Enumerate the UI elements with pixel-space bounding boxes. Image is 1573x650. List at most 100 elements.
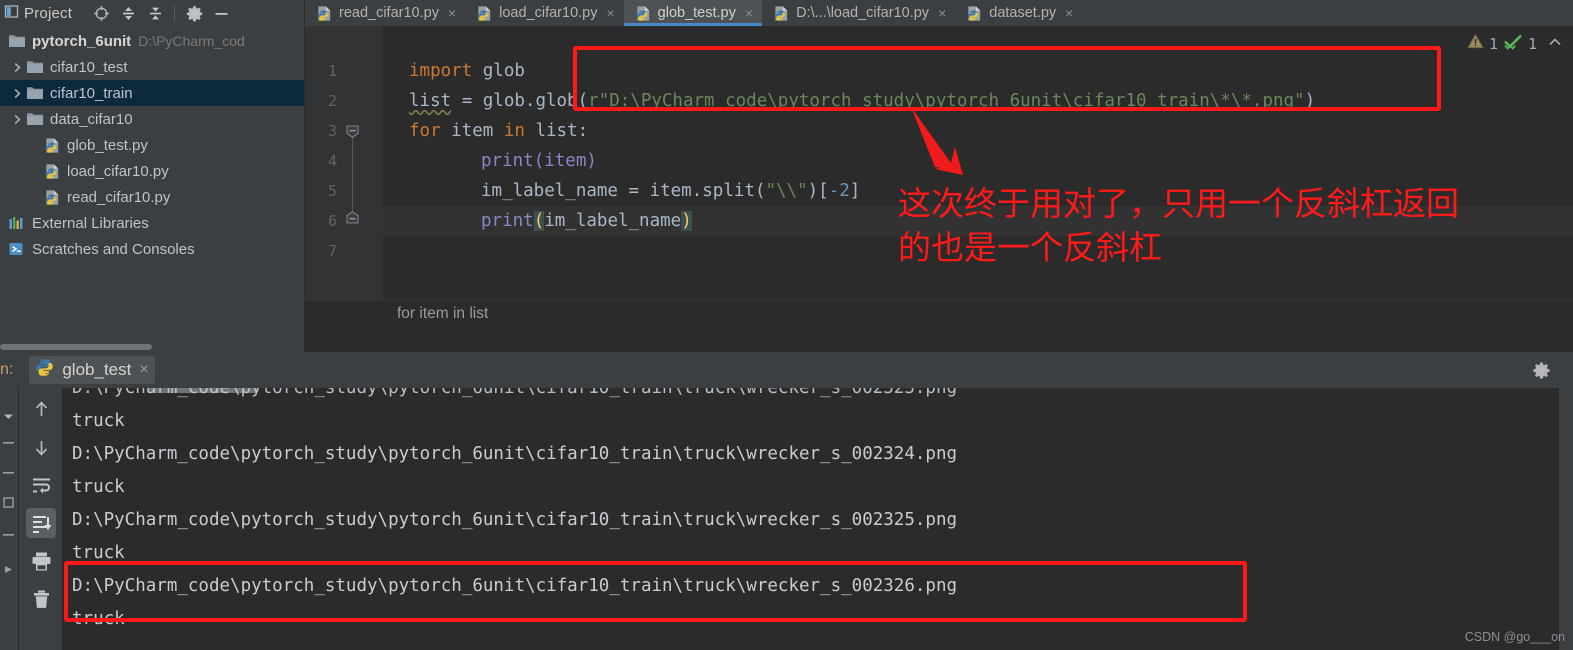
gear-icon[interactable] xyxy=(1532,361,1551,385)
folder-icon xyxy=(8,33,26,49)
index-open: )[ xyxy=(807,181,829,201)
fold-collapse-icon[interactable] xyxy=(346,125,359,138)
tree-item-read-cifar10-py[interactable]: read_cifar10.py xyxy=(0,184,304,210)
scroll-to-end-icon[interactable] xyxy=(26,508,56,538)
python-file-icon xyxy=(44,189,61,206)
folder-icon xyxy=(26,59,44,75)
editor-tab-load_cifar10-py[interactable]: load_cifar10.py × xyxy=(465,0,624,26)
page-title: Project xyxy=(24,4,73,22)
step-icon[interactable] xyxy=(2,563,15,581)
keyword-import: import xyxy=(409,61,473,81)
chevron-right-icon[interactable] xyxy=(8,88,26,99)
run-controls-strip xyxy=(0,388,19,650)
python-file-icon xyxy=(44,137,61,154)
chevron-up-icon[interactable] xyxy=(1547,34,1563,54)
print-icon[interactable] xyxy=(26,546,56,576)
fold-region-line xyxy=(352,126,353,212)
warning-count: 1 xyxy=(1488,34,1498,53)
warning-triangle-icon[interactable] xyxy=(1467,33,1484,54)
line-number: 5 xyxy=(327,182,337,200)
tree-item-label: cifar10_test xyxy=(50,58,128,76)
tree-item-pytorch-6unit[interactable]: pytorch_6unit D:\PyCharm_cod xyxy=(0,28,304,54)
pause-icon[interactable] xyxy=(2,528,15,546)
minimize-icon[interactable] xyxy=(208,2,234,24)
scroll-up-icon[interactable] xyxy=(26,394,56,424)
tree-item-cifar10-test[interactable]: cifar10_test xyxy=(0,54,304,80)
library-icon xyxy=(8,215,26,231)
console-line: D:\PyCharm_code\pytorch_study\pytorch_6u… xyxy=(72,576,958,596)
pycharm-window: Project pytorch_6unit D:\PyCharm_cod cif… xyxy=(0,0,1573,650)
expand-all-icon[interactable] xyxy=(115,2,141,24)
console-output[interactable]: D:\PyCharm_code\pytorch_study\pytorch_6u… xyxy=(62,388,1559,650)
tree-item-label: cifar10_train xyxy=(50,84,133,102)
close-icon[interactable]: × xyxy=(745,5,753,21)
project-panel-hscrollbar[interactable] xyxy=(0,342,304,352)
matched-paren-close: ) xyxy=(681,211,692,231)
fold-end-icon[interactable] xyxy=(346,211,359,224)
tree-item-path: D:\PyCharm_cod xyxy=(138,33,245,49)
close-icon[interactable]: × xyxy=(1065,5,1073,21)
inspection-widget[interactable]: 1 1 xyxy=(1467,33,1563,54)
paren-close: ) xyxy=(1304,91,1316,111)
editor-tab-glob_test-py[interactable]: glob_test.py × xyxy=(623,0,763,26)
code-line-6: print(im_label_name) xyxy=(481,206,692,236)
console-line: truck xyxy=(72,609,125,629)
tree-item-external-libraries[interactable]: External Libraries xyxy=(0,210,304,236)
index-close: ] xyxy=(849,181,861,201)
module-name: glob xyxy=(472,61,525,81)
locate-icon[interactable] xyxy=(88,2,114,24)
print-args: (item) xyxy=(533,151,597,171)
clear-all-icon[interactable] xyxy=(26,584,56,614)
code-line-2: list = glob.glob(r"D:\PyCharm_code\pytor… xyxy=(409,86,1315,116)
chevron-down-icon[interactable] xyxy=(2,410,15,428)
editor-gutter[interactable]: 1 2 3 4 5 6 7 xyxy=(305,26,383,326)
editor-tab-d-load_cifar10-py[interactable]: D:\...\load_cifar10.py × xyxy=(762,0,955,26)
collapse-all-icon[interactable] xyxy=(142,2,168,24)
python-file-icon xyxy=(316,5,333,22)
console-vscrollbar[interactable] xyxy=(1559,388,1573,650)
line-number: 4 xyxy=(327,152,337,170)
console-line: truck xyxy=(72,411,125,431)
stop-icon[interactable] xyxy=(2,436,15,454)
toolbar-divider xyxy=(174,5,176,21)
tree-item-label: External Libraries xyxy=(32,214,149,232)
scroll-down-icon[interactable] xyxy=(26,432,56,462)
keyword-in: in xyxy=(503,121,525,141)
tree-item-cifar10-train[interactable]: cifar10_train xyxy=(0,80,304,106)
code-text[interactable]: import glob list = glob.glob(r"D:\PyChar… xyxy=(383,26,1573,326)
chevron-right-icon[interactable] xyxy=(8,62,26,73)
run-configuration-tab[interactable]: glob_test × xyxy=(29,356,155,384)
watermark: CSDN @go___on xyxy=(1464,630,1565,644)
close-icon[interactable]: × xyxy=(606,5,614,21)
gear-icon[interactable] xyxy=(181,2,207,24)
project-panel-toolbar xyxy=(88,2,234,24)
loop-variable: item xyxy=(440,121,504,141)
tree-item-label: load_cifar10.py xyxy=(67,162,169,180)
paren-open: ( xyxy=(577,91,589,111)
tree-item-glob-test-py[interactable]: glob_test.py xyxy=(0,132,304,158)
close-icon[interactable]: × xyxy=(448,5,456,21)
chevron-right-icon[interactable] xyxy=(8,114,26,125)
tree-item-label: glob_test.py xyxy=(67,136,148,154)
variable-list: list xyxy=(409,91,452,111)
editor-tab-label: dataset.py xyxy=(989,5,1057,21)
editor-tab-dataset-py[interactable]: dataset.py × xyxy=(955,0,1082,26)
editor-tab-read_cifar10-py[interactable]: read_cifar10.py × xyxy=(305,0,465,26)
split-expression: im_label_name = item.split xyxy=(481,181,755,201)
tree-item-data-cifar10[interactable]: data_cifar10 xyxy=(0,106,304,132)
run-tool-window: n: glob_test × D:\PyCharm_code\pytorch_s… xyxy=(0,352,1573,650)
tree-item-label: Scratches and Consoles xyxy=(32,240,195,258)
line-number: 7 xyxy=(327,242,337,260)
project-panel-title-box[interactable]: Project xyxy=(4,4,72,22)
python-file-icon xyxy=(44,163,61,180)
editor-tab-label: D:\...\load_cifar10.py xyxy=(796,5,930,21)
close-icon[interactable]: × xyxy=(139,361,148,379)
rerun-icon[interactable] xyxy=(2,466,15,484)
tree-item-scratches-and-consoles[interactable]: Scratches and Consoles xyxy=(0,236,304,262)
soft-wrap-icon[interactable] xyxy=(26,470,56,500)
resume-icon[interactable] xyxy=(2,496,15,514)
checkmark-icon[interactable] xyxy=(1503,33,1523,54)
close-icon[interactable]: × xyxy=(938,5,946,21)
print-call: print xyxy=(481,211,534,231)
tree-item-load-cifar10-py[interactable]: load_cifar10.py xyxy=(0,158,304,184)
